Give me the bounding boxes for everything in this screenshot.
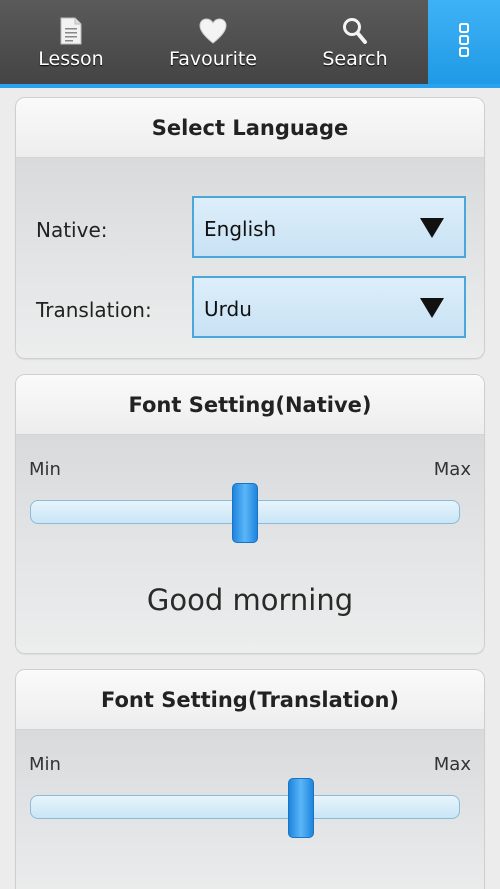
tab-favourite[interactable]: Favourite (142, 0, 284, 84)
overflow-menu-icon (459, 23, 469, 61)
tab-favourite-label: Favourite (169, 48, 257, 70)
overflow-menu-button[interactable] (428, 0, 500, 84)
native-font-preview: Good morning (146, 583, 354, 617)
native-language-select[interactable]: English (192, 196, 466, 258)
document-icon (60, 16, 82, 46)
font-translation-title: Font Setting(Translation) (16, 670, 484, 730)
select-language-card: Select Language Native: English Translat… (15, 97, 485, 359)
tab-search-label: Search (322, 48, 388, 70)
select-language-body: Native: English Translation: Urdu (16, 158, 484, 358)
translation-label: Translation: (36, 298, 152, 322)
font-native-body: Min Max Good morning (16, 435, 484, 653)
min-label: Min (29, 754, 61, 775)
tab-search[interactable]: Search (284, 0, 426, 84)
font-translation-body: Min Max (16, 730, 484, 889)
min-label: Min (29, 459, 61, 480)
top-toolbar: Lesson Favourite Search (0, 0, 500, 84)
dropdown-arrow-icon (420, 298, 444, 322)
native-label: Native: (36, 218, 108, 242)
toolbar-accent-strip (0, 84, 500, 88)
heart-icon (199, 16, 227, 46)
dropdown-arrow-icon (420, 218, 444, 242)
font-native-card: Font Setting(Native) Min Max Good mornin… (15, 374, 485, 654)
translation-language-select[interactable]: Urdu (192, 276, 466, 338)
tab-lesson-label: Lesson (38, 48, 104, 70)
native-language-value: English (204, 217, 277, 241)
max-label: Max (433, 754, 471, 775)
max-label: Max (433, 459, 471, 480)
tab-lesson[interactable]: Lesson (0, 0, 142, 84)
select-language-title: Select Language (16, 98, 484, 158)
native-font-slider-thumb[interactable] (232, 483, 258, 543)
font-native-title: Font Setting(Native) (16, 375, 484, 435)
font-translation-card: Font Setting(Translation) Min Max (15, 669, 485, 889)
translation-language-value: Urdu (204, 297, 252, 321)
translation-font-slider-thumb[interactable] (287, 778, 314, 838)
translation-font-slider-track[interactable] (30, 795, 460, 819)
search-icon (342, 16, 368, 46)
